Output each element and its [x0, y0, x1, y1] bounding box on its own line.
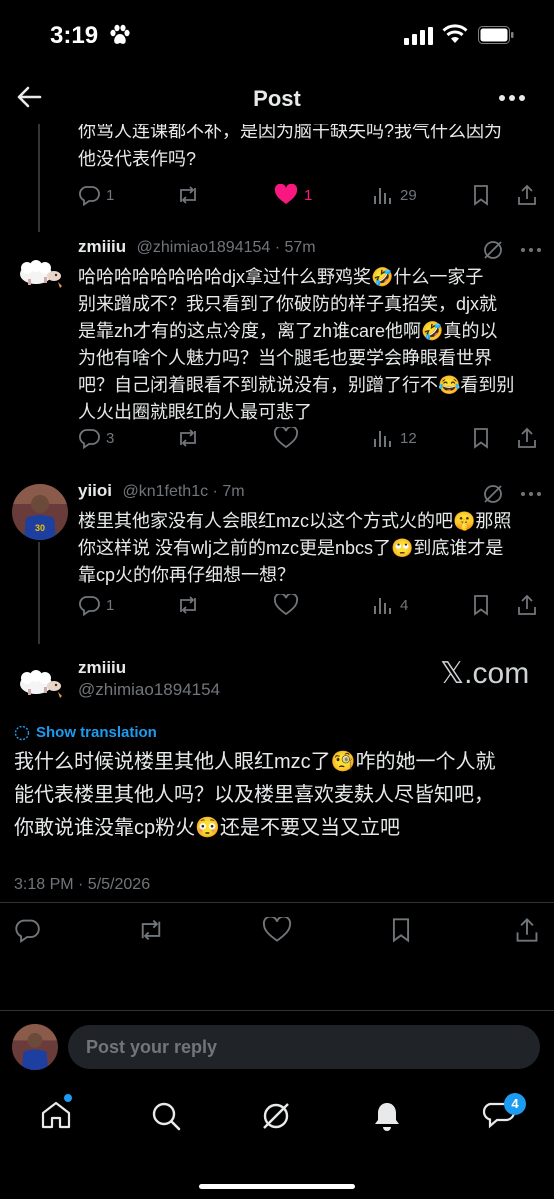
- comment-actions: 1 1 29: [78, 184, 548, 208]
- share-icon[interactable]: [516, 427, 538, 449]
- reply-input[interactable]: Post your reply: [68, 1025, 540, 1069]
- share-icon[interactable]: [516, 184, 538, 206]
- like-button[interactable]: [274, 594, 298, 616]
- home-indicator: [199, 1184, 355, 1189]
- views-count: 4: [400, 596, 409, 614]
- author-handle: @kn1feth1c · 7m: [122, 483, 245, 500]
- comment-actions: 1 4: [78, 594, 548, 618]
- views-icon: [374, 188, 391, 204]
- status-bar: 3:19: [0, 0, 554, 72]
- reply-icon: [79, 596, 100, 616]
- tab-bar: [0, 1082, 554, 1199]
- repost-icon: [180, 186, 196, 204]
- repost-icon: [180, 429, 196, 447]
- heart-outline-icon: [274, 427, 298, 449]
- reply-button[interactable]: 1: [78, 594, 114, 616]
- battery-icon: [478, 26, 514, 44]
- views-button[interactable]: 4: [372, 594, 408, 616]
- page-title: Post: [253, 86, 301, 111]
- person-avatar-icon: 30: [12, 484, 68, 540]
- reply-count: 1: [106, 596, 115, 614]
- post-timestamp: 3:18 PM · 5/5/2026: [14, 876, 151, 893]
- views-icon: [374, 598, 391, 614]
- repost-button[interactable]: [176, 594, 200, 616]
- sheep-avatar-icon: [14, 656, 66, 708]
- comment-text: 你骂人连课都不补，是因为脑干缺失吗?我气什么因为: [78, 124, 503, 141]
- share-icon[interactable]: [516, 594, 538, 616]
- comment-text: 哈哈哈哈哈哈哈哈djx拿过什么野鸡奖🤣什么一家子 别来蹭成不？我只看到了你破防的…: [78, 267, 515, 422]
- caret-icon[interactable]: [520, 491, 542, 497]
- main-author-name[interactable]: zmiiiu: [78, 658, 126, 678]
- author-name[interactable]: zmiiiu: [78, 237, 126, 256]
- reply-button[interactable]: 1: [78, 184, 114, 206]
- translate-icon: [14, 725, 30, 740]
- like-button[interactable]: [274, 427, 298, 449]
- views-count: 29: [400, 186, 417, 204]
- main-author-avatar[interactable]: [14, 656, 66, 708]
- like-button[interactable]: 1: [274, 184, 312, 206]
- home-notification-dot: [64, 1094, 72, 1102]
- person-avatar-icon: [12, 1024, 58, 1070]
- reply-count: 3: [106, 429, 115, 447]
- heart-outline-icon: [274, 594, 298, 616]
- grok-icon[interactable]: [260, 1100, 292, 1132]
- bookmark-icon[interactable]: [388, 917, 414, 943]
- bookmark-icon[interactable]: [470, 427, 492, 449]
- share-icon[interactable]: [514, 917, 540, 943]
- paw-icon: [110, 24, 130, 44]
- like-count: 1: [304, 186, 313, 204]
- bookmark-icon[interactable]: [470, 184, 492, 206]
- thread-line: [38, 542, 40, 644]
- my-avatar[interactable]: [12, 1024, 58, 1070]
- comment-2[interactable]: yiioi @kn1feth1c · 7m 楼里其他家没有人会眼红mzc以这个方…: [78, 481, 548, 589]
- svg-text:30: 30: [35, 523, 45, 533]
- heart-filled-icon: [274, 184, 298, 204]
- views-count: 12: [400, 429, 417, 447]
- repost-icon: [180, 596, 196, 614]
- main-post-actions: [0, 902, 554, 959]
- show-translation-link[interactable]: Show translation: [14, 724, 157, 741]
- reply-button[interactable]: 3: [78, 427, 114, 449]
- messages-badge: 4: [504, 1093, 526, 1115]
- watermark: 𝕏.com: [440, 657, 530, 690]
- cellular-signal-icon: [404, 27, 433, 45]
- heart-outline-icon[interactable]: [262, 917, 292, 943]
- caret-icon[interactable]: [520, 247, 542, 253]
- main-author-handle: @zhimiao1894154: [78, 680, 221, 699]
- grok-icon[interactable]: [482, 483, 504, 505]
- search-icon[interactable]: [150, 1100, 182, 1132]
- comment-actions: 3 12: [78, 427, 548, 451]
- comment-text: 楼里其他家没有人会眼红mzc以这个方式火的吧🤫那照 你这样说 没有wlj之前的m…: [78, 511, 512, 585]
- views-button[interactable]: 29: [372, 184, 417, 206]
- reply-icon: [79, 429, 100, 449]
- comment-1[interactable]: zmiiiu @zhimiao1894154 · 57m 哈哈哈哈哈哈哈哈djx…: [78, 237, 548, 426]
- author-name[interactable]: yiioi: [78, 481, 112, 500]
- repost-button[interactable]: [176, 427, 200, 449]
- main-post-text: 我什么时候说楼里其他人眼红mzc了🧐咋的她一个人就 能代表楼里其他人吗？以及楼里…: [14, 751, 496, 839]
- reply-icon[interactable]: [14, 917, 40, 943]
- repost-button[interactable]: [176, 184, 200, 206]
- home-icon[interactable]: [40, 1100, 72, 1130]
- reply-count: 1: [106, 186, 115, 204]
- grok-icon[interactable]: [482, 239, 504, 261]
- bookmark-icon[interactable]: [470, 594, 492, 616]
- comment-text-line: 他没代表作吗?: [78, 149, 197, 169]
- repost-icon[interactable]: [136, 917, 166, 943]
- reply-icon: [79, 186, 100, 206]
- views-button[interactable]: 12: [372, 427, 417, 449]
- user-avatar-yiioi[interactable]: 30: [12, 484, 68, 540]
- status-time: 3:19: [50, 22, 99, 49]
- sheep-avatar-icon: [14, 246, 66, 298]
- more-options-icon[interactable]: [498, 94, 526, 102]
- views-icon: [374, 431, 391, 447]
- notifications-bell-icon[interactable]: [372, 1100, 402, 1132]
- author-handle: @zhimiao1894154 · 57m: [136, 239, 316, 256]
- wifi-icon: [442, 24, 468, 43]
- user-avatar-sheep[interactable]: [14, 246, 66, 298]
- thread-line: [38, 124, 40, 232]
